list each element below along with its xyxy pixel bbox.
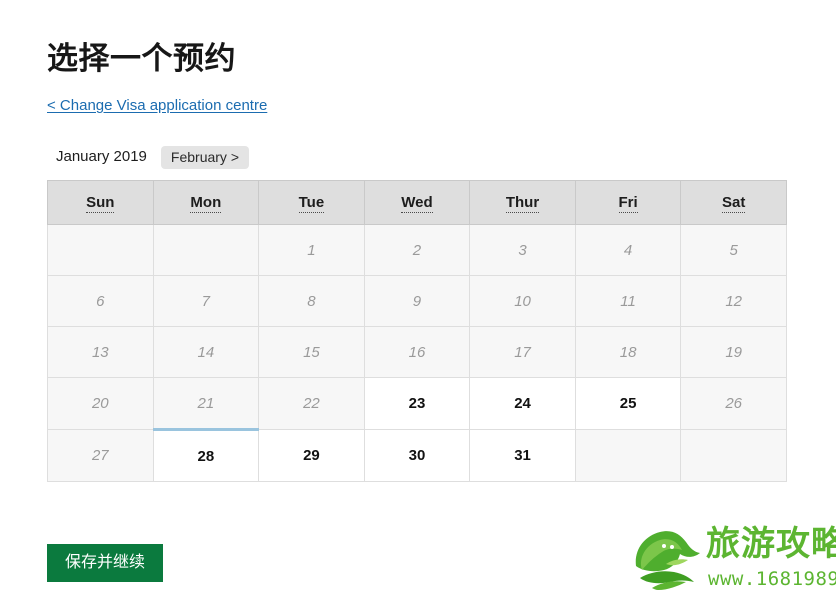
calendar-day-disabled-11: 11 <box>574 275 682 327</box>
weekday-header-thur: Thur <box>469 180 576 225</box>
weekday-header-label: Tue <box>298 194 325 213</box>
calendar-day-disabled-26: 26 <box>680 377 787 430</box>
weekday-header-label: Fri <box>618 194 638 213</box>
weekday-header-label: Sat <box>722 194 746 213</box>
weekday-header-label: Thur <box>505 194 540 213</box>
calendar-day-disabled-1: 1 <box>258 224 365 276</box>
weekday-header-tue: Tue <box>258 180 365 225</box>
month-navigation: January 2019 February > <box>56 145 249 169</box>
calendar-week-row: 27 28 29 30 31 <box>47 429 787 482</box>
calendar-day-available-24[interactable]: 24 <box>469 377 576 430</box>
calendar-header: Sun Mon Tue Wed Thur Fri Sat <box>47 180 787 225</box>
current-month-label: January 2019 <box>56 148 147 165</box>
calendar-day-disabled-20: 20 <box>47 377 154 430</box>
calendar-day-disabled-18: 18 <box>574 326 682 378</box>
calendar-week-row: 13 14 15 16 17 18 19 <box>47 326 787 378</box>
calendar-empty-cell <box>680 429 787 482</box>
calendar-day-disabled-5: 5 <box>680 224 787 276</box>
calendar-day-disabled-22: 22 <box>258 377 365 430</box>
calendar-day-available-25[interactable]: 25 <box>574 377 682 430</box>
calendar-week-row: 6 7 8 9 10 11 12 <box>47 275 787 327</box>
calendar-day-disabled-2: 2 <box>363 224 471 276</box>
weekday-header-label: Mon <box>190 194 222 213</box>
calendar-day-available-29[interactable]: 29 <box>258 429 365 482</box>
calendar-day-disabled-17: 17 <box>469 326 576 378</box>
calendar-day-disabled-4: 4 <box>574 224 682 276</box>
calendar-day-disabled-8: 8 <box>258 275 365 327</box>
calendar-day-available-31[interactable]: 31 <box>469 429 576 482</box>
weekday-header-wed: Wed <box>363 180 471 225</box>
weekday-header-row: Sun Mon Tue Wed Thur Fri Sat <box>47 180 787 225</box>
save-and-continue-button[interactable]: 保存并继续 <box>47 544 164 582</box>
watermark-url: www.1681989.cn <box>708 568 836 590</box>
change-visa-application-centre-link[interactable]: < Change Visa application centre <box>47 97 267 114</box>
weekday-header-mon: Mon <box>152 180 260 225</box>
watermark-brand-text: 旅游攻略 <box>706 525 836 563</box>
next-month-button[interactable]: February > <box>160 145 249 169</box>
calendar-day-disabled-27: 27 <box>47 429 154 482</box>
calendar-day-disabled-12: 12 <box>680 275 787 327</box>
weekday-header-label: Wed <box>401 194 433 213</box>
calendar-day-disabled-6: 6 <box>47 275 154 327</box>
calendar-week-row: 20 21 22 23 24 25 26 <box>47 377 787 431</box>
calendar-day-disabled-9: 9 <box>363 275 471 327</box>
calendar-day-disabled-10: 10 <box>469 275 576 327</box>
calendar-day-disabled-15: 15 <box>258 326 365 378</box>
calendar-day-disabled-7: 7 <box>152 275 260 327</box>
weekday-header-label: Sun <box>86 194 115 213</box>
calendar-empty-cell <box>152 224 260 276</box>
calendar-day-today-21: 21 <box>152 377 260 431</box>
calendar-empty-cell <box>47 224 154 276</box>
calendar-empty-cell <box>574 429 682 482</box>
calendar-day-disabled-14: 14 <box>152 326 260 378</box>
weekday-header-sat: Sat <box>680 180 787 225</box>
weekday-header-fri: Fri <box>574 180 682 225</box>
calendar-week-row: 12345 <box>47 224 787 276</box>
calendar-day-disabled-3: 3 <box>469 224 576 276</box>
calendar-day-available-28[interactable]: 28 <box>152 429 260 482</box>
calendar-day-disabled-13: 13 <box>47 326 154 378</box>
calendar-body: 1 2 3 4 5 6 7 8 9 10 11 12 13 14 15 16 17 18 19 20 21 22 23 24 2… <box>47 224 787 482</box>
weekday-header-sun: Sun <box>47 180 154 225</box>
travel-guide-logo-icon <box>635 531 700 590</box>
page-title: 选择一个预约 <box>47 40 236 76</box>
appointment-selection-page: 选择一个预约 < Change Visa application centre … <box>0 0 836 600</box>
calendar-day-available-30[interactable]: 30 <box>363 429 471 482</box>
calendar-day-disabled-19: 19 <box>680 326 787 378</box>
calendar-day-disabled-16: 16 <box>363 326 471 378</box>
watermark: 旅游攻略 www.1681989.cn <box>628 518 836 598</box>
calendar-day-available-23[interactable]: 23 <box>363 377 471 430</box>
appointment-calendar: Sun Mon Tue Wed Thur Fri Sat 1 2 3 4 5 6 7 8 9 10 11 12 13… <box>47 180 787 482</box>
